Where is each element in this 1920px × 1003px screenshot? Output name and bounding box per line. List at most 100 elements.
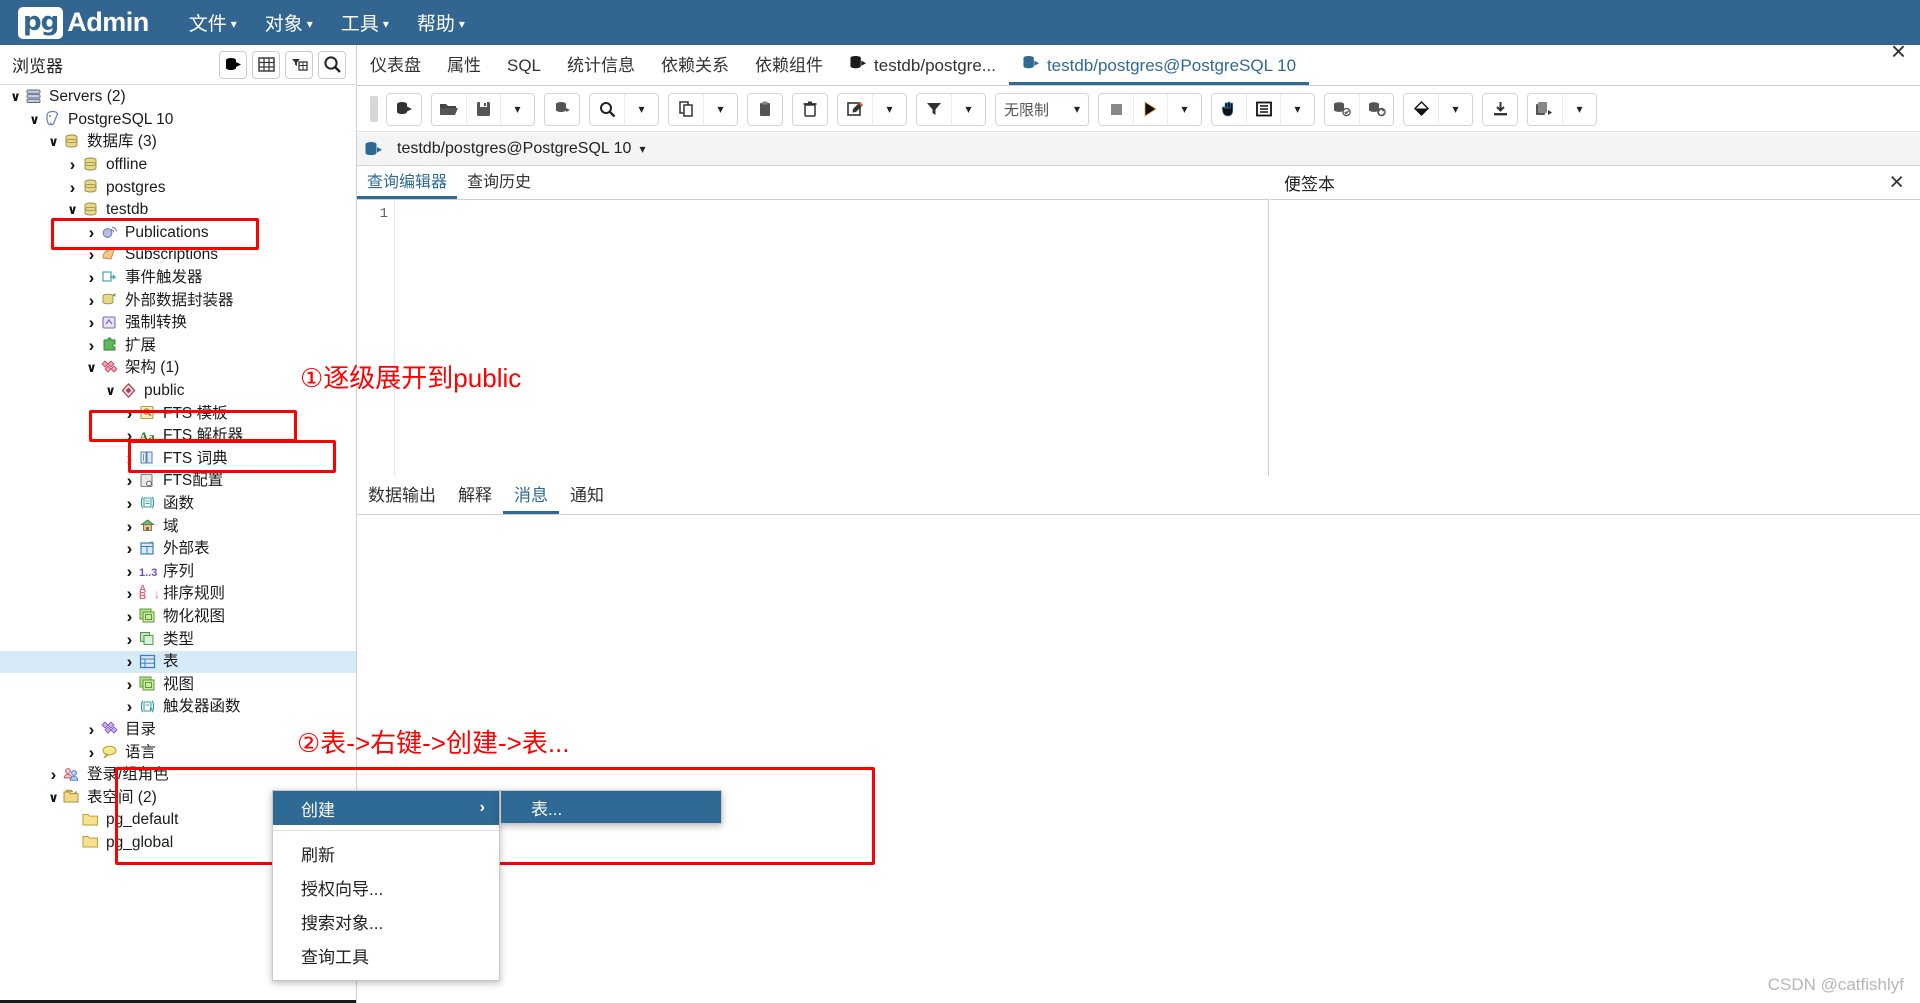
- chevron-right-icon[interactable]: [65, 155, 80, 175]
- chevron-down-icon[interactable]: ▾: [1280, 93, 1314, 125]
- chevron-right-icon[interactable]: [122, 562, 137, 582]
- tree-node-fts[interactable]: FTS配置: [0, 470, 356, 493]
- chevron-down-icon[interactable]: ▾: [1167, 93, 1201, 125]
- output-tab-2[interactable]: 消息: [503, 481, 559, 514]
- chevron-right-icon[interactable]: [84, 313, 99, 333]
- query-tab-0[interactable]: 查询编辑器: [357, 168, 458, 199]
- folder-open-icon[interactable]: [432, 93, 466, 125]
- chevron-down-icon[interactable]: ▾: [951, 93, 985, 125]
- tree-node-[interactable]: 物化视图: [0, 606, 356, 629]
- context-submenu[interactable]: 表...: [500, 790, 722, 824]
- tab-[interactable]: 依赖关系: [648, 51, 742, 85]
- tree-node-fts[interactable]: Aa FTS 解析器: [0, 425, 356, 448]
- chevron-down-icon[interactable]: [46, 790, 61, 806]
- tree-node-postgresql-10[interactable]: PostgreSQL 10: [0, 109, 356, 132]
- chevron-right-icon[interactable]: [122, 652, 137, 672]
- tree-node-3[interactable]: 数据库 (3): [0, 131, 356, 154]
- chevron-down-icon[interactable]: [27, 112, 42, 128]
- pointer-icon[interactable]: [1212, 93, 1246, 125]
- grid-icon[interactable]: [252, 50, 280, 79]
- chevron-right-icon[interactable]: [122, 494, 137, 514]
- rollback-icon[interactable]: [1359, 93, 1393, 125]
- chevron-down-icon[interactable]: [46, 134, 61, 150]
- tree-node-fts[interactable]: FTS 词典: [0, 448, 356, 471]
- chevron-right-icon[interactable]: [122, 675, 137, 695]
- chevron-right-icon[interactable]: [84, 245, 99, 265]
- context-menu-item-grant-wizard[interactable]: 授权向导...: [273, 870, 499, 904]
- tree-node-subscriptions[interactable]: Subscriptions: [0, 244, 356, 267]
- tree-node-[interactable]: 域: [0, 515, 356, 538]
- output-tab-3[interactable]: 通知: [559, 481, 615, 514]
- tree-node-offline[interactable]: offline: [0, 154, 356, 177]
- chevron-down-icon[interactable]: ▾: [639, 142, 645, 156]
- save-icon[interactable]: [466, 93, 500, 125]
- tree-node-[interactable]: 外部数据封装器: [0, 289, 356, 312]
- tree-node-[interactable]: 函数: [0, 493, 356, 516]
- chevron-down-icon[interactable]: ▾: [624, 93, 658, 125]
- tree-node-[interactable]: 事件触发器: [0, 267, 356, 290]
- tree-node-fts[interactable]: FTS 模板: [0, 402, 356, 425]
- copy-icon[interactable]: [669, 93, 703, 125]
- chevron-right-icon[interactable]: [84, 291, 99, 311]
- trash-icon[interactable]: [793, 93, 827, 125]
- clear-icon[interactable]: [1404, 93, 1438, 125]
- chevron-right-icon[interactable]: [65, 178, 80, 198]
- chevron-right-icon[interactable]: [84, 336, 99, 356]
- menu-file[interactable]: 文件 ▾: [189, 9, 237, 36]
- tree-node-[interactable]: 类型: [0, 628, 356, 651]
- tree-node-[interactable]: 强制转换: [0, 312, 356, 335]
- toolbar-drag-handle[interactable]: [370, 96, 378, 122]
- chevron-right-icon[interactable]: [84, 268, 99, 288]
- main-tab-bar[interactable]: 仪表盘 属性 SQL 统计信息 依赖关系 依赖组件 testdb/postgre... tes…: [357, 45, 1920, 86]
- tab-[interactable]: 仪表盘: [357, 51, 434, 85]
- macro-icon[interactable]: [1528, 93, 1562, 125]
- chevron-right-icon[interactable]: [122, 449, 137, 469]
- db-copy-icon[interactable]: [545, 93, 579, 125]
- chevron-down-icon[interactable]: ▾: [703, 93, 737, 125]
- commit-icon[interactable]: [1325, 93, 1359, 125]
- chevron-right-icon[interactable]: [122, 426, 137, 446]
- stop-icon[interactable]: [1099, 93, 1133, 125]
- chevron-down-icon[interactable]: [84, 360, 99, 376]
- tab-[interactable]: 依赖组件: [742, 51, 836, 85]
- search-icon[interactable]: [590, 93, 624, 125]
- context-menu-item-refresh[interactable]: 刷新: [273, 836, 499, 870]
- chevron-right-icon[interactable]: [122, 607, 137, 627]
- chevron-right-icon[interactable]: [46, 765, 61, 785]
- paste-icon[interactable]: [748, 93, 782, 125]
- filter-icon[interactable]: [917, 93, 951, 125]
- scratch-pad-body[interactable]: [1270, 200, 1920, 476]
- menu-tools[interactable]: 工具 ▾: [341, 9, 389, 36]
- tree-node-testdb[interactable]: testdb: [0, 199, 356, 222]
- context-submenu-item-table[interactable]: 表...: [501, 791, 721, 823]
- chevron-right-icon[interactable]: [122, 404, 137, 424]
- output-tab-1[interactable]: 解释: [447, 481, 503, 514]
- tree-node-[interactable]: 视图: [0, 673, 356, 696]
- explain-icon[interactable]: [1246, 93, 1280, 125]
- chevron-right-icon[interactable]: [122, 517, 137, 537]
- download-icon[interactable]: [1483, 93, 1517, 125]
- play-icon[interactable]: [1133, 93, 1167, 125]
- chevron-down-icon[interactable]: [8, 89, 23, 105]
- chevron-down-icon[interactable]: ▾: [872, 93, 906, 125]
- context-menu-item-create[interactable]: 创建 ›: [273, 791, 499, 825]
- filter-table-icon[interactable]: [285, 50, 313, 79]
- search-icon[interactable]: [318, 50, 346, 79]
- query-editor-tab-bar[interactable]: 查询编辑器 查询历史: [357, 166, 1269, 200]
- tree-node-[interactable]: 表: [0, 650, 356, 674]
- menu-object[interactable]: 对象 ▾: [265, 9, 313, 36]
- chevron-down-icon[interactable]: ▾: [500, 93, 534, 125]
- menu-help[interactable]: 帮助 ▾: [417, 9, 465, 36]
- output-tab-bar[interactable]: 数据输出 解释 消息 通知: [357, 477, 1920, 515]
- context-menu[interactable]: 创建 › 刷新 授权向导... 搜索对象... 查询工具: [272, 790, 500, 981]
- open-connection-icon[interactable]: [387, 93, 421, 125]
- tree-node-[interactable]: 外部表: [0, 538, 356, 561]
- edit-icon[interactable]: [838, 93, 872, 125]
- close-icon[interactable]: ×: [1889, 170, 1904, 195]
- output-tab-0[interactable]: 数据输出: [357, 481, 447, 514]
- tree-node-[interactable]: 1..3 序列: [0, 560, 356, 583]
- chevron-right-icon[interactable]: [122, 630, 137, 650]
- tab-testdb-postgres-postgresql-10[interactable]: testdb/postgres@PostgreSQL 10: [1008, 55, 1310, 85]
- chevron-right-icon[interactable]: [122, 584, 137, 604]
- tree-node-[interactable]: 登录/组角色: [0, 764, 356, 787]
